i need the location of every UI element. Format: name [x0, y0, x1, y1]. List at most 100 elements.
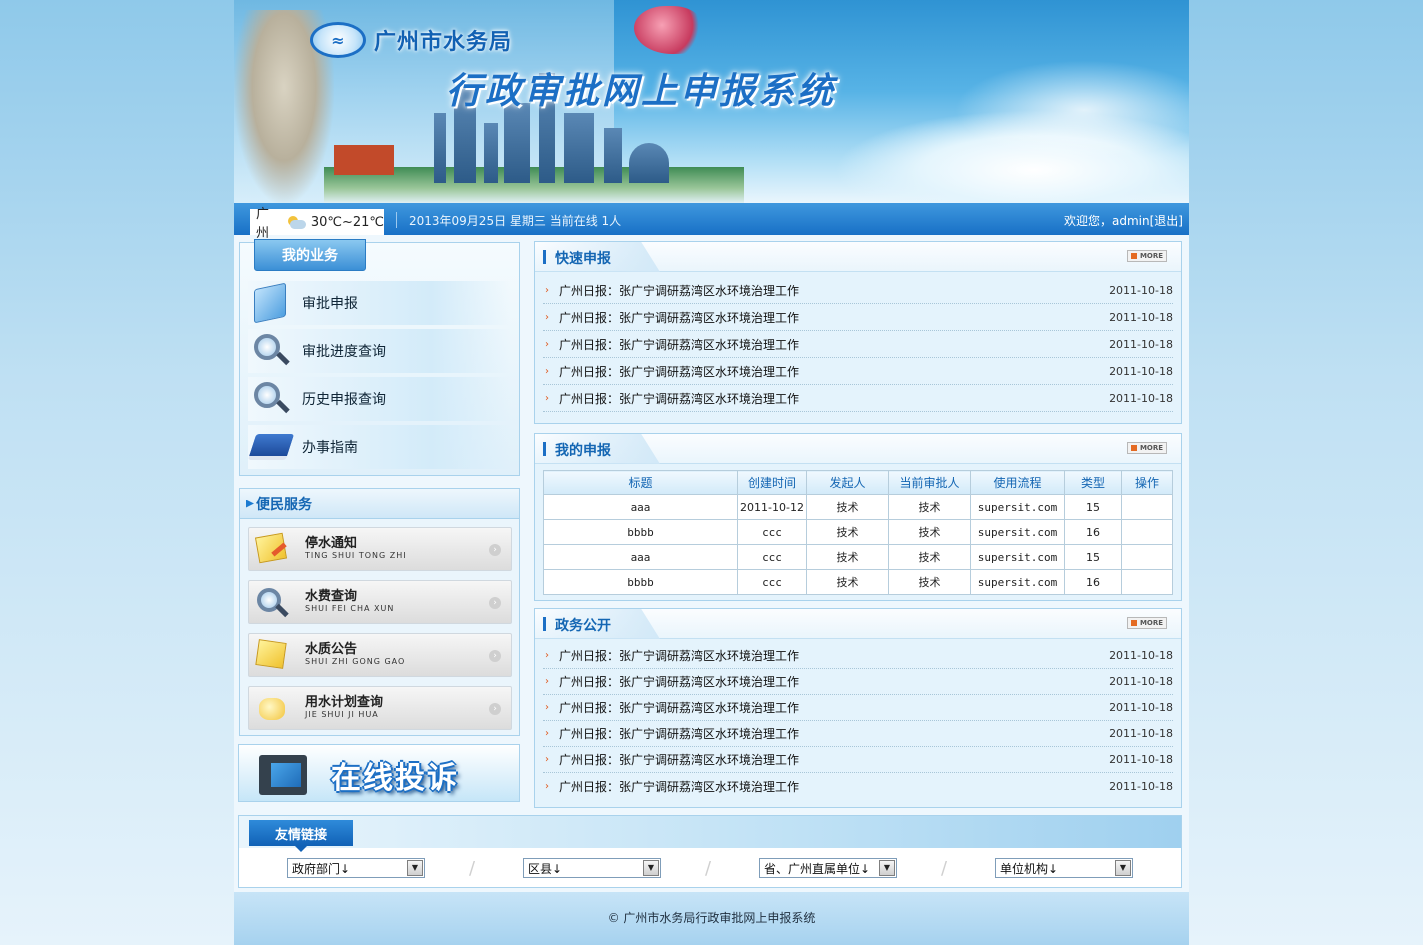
- arrow-circle-icon: ›: [489, 544, 501, 556]
- biz-item-progress-query[interactable]: 审批进度查询: [248, 329, 510, 373]
- service-title: 水质公告: [305, 642, 358, 658]
- more-button[interactable]: MORE: [1127, 617, 1167, 629]
- table-row[interactable]: bbbb ccc 技术 技术 supersit.com 16: [543, 569, 1173, 595]
- select-direct-units[interactable]: 省、广州直属单位↓ ▼: [759, 858, 897, 878]
- list-item[interactable]: › 广州日报：张广宁调研荔湾区水环境治理工作 2011-10-18: [543, 643, 1173, 669]
- news-date: 2011-10-18: [1109, 391, 1173, 405]
- logo[interactable]: ≈ 广州市水务局: [310, 20, 512, 60]
- biz-item-approval-declare[interactable]: 审批申报: [248, 281, 510, 325]
- select-value: 省、广州直属单位↓: [764, 861, 871, 876]
- dropdown-arrow-icon[interactable]: ▼: [407, 860, 423, 876]
- service-water-stop-notice[interactable]: 停水通知 TING SHUI TONG ZHI ›: [248, 527, 512, 571]
- news-title[interactable]: 广州日报：张广宁调研荔湾区水环境治理工作: [559, 647, 799, 664]
- news-title[interactable]: 广州日报：张广宁调研荔湾区水环境治理工作: [559, 336, 799, 353]
- cell-title[interactable]: aaa: [543, 544, 738, 570]
- news-title[interactable]: 广州日报：张广宁调研荔湾区水环境治理工作: [559, 778, 799, 795]
- cell-action[interactable]: [1121, 519, 1173, 545]
- cell-title[interactable]: bbbb: [543, 519, 738, 545]
- list-item[interactable]: › 广州日报：张广宁调研荔湾区水环境治理工作 2011-10-18: [543, 277, 1173, 304]
- cell-initiator: 技术: [806, 519, 889, 545]
- list-item[interactable]: › 广州日报：张广宁调研荔湾区水环境治理工作 2011-10-18: [543, 385, 1173, 412]
- select-institutions[interactable]: 单位机构↓ ▼: [995, 858, 1133, 878]
- dropdown-arrow-icon[interactable]: ▼: [643, 860, 659, 876]
- cell-title[interactable]: aaa: [543, 494, 738, 520]
- cell-initiator: 技术: [806, 494, 889, 520]
- select-value: 政府部门↓: [292, 861, 351, 876]
- news-date: 2011-10-18: [1109, 701, 1173, 714]
- cell-created: ccc: [737, 544, 807, 570]
- table-row[interactable]: aaa ccc 技术 技术 supersit.com 15: [543, 544, 1173, 570]
- news-title[interactable]: 广州日报：张广宁调研荔湾区水环境治理工作: [559, 673, 799, 690]
- select-value: 区县↓: [528, 861, 563, 876]
- system-title: 行政审批网上申报系统: [446, 70, 837, 112]
- bullet-arrow-icon: ›: [545, 392, 549, 404]
- cell-action[interactable]: [1121, 494, 1173, 520]
- news-title[interactable]: 广州日报：张广宁调研荔湾区水环境治理工作: [559, 282, 799, 299]
- table-row[interactable]: aaa 2011-10-12 技术 技术 supersit.com 15: [543, 494, 1173, 520]
- list-item[interactable]: › 广州日报：张广宁调研荔湾区水环境治理工作 2011-10-18: [543, 304, 1173, 331]
- building: [484, 123, 498, 183]
- list-item[interactable]: › 广州日报：张广宁调研荔湾区水环境治理工作 2011-10-18: [543, 331, 1173, 358]
- more-button[interactable]: MORE: [1127, 442, 1167, 454]
- logout-link[interactable]: [退出]: [1150, 214, 1183, 228]
- bullet-arrow-icon: ›: [545, 650, 549, 661]
- page: ≈ 广州市水务局 行政审批网上申报系统 广州 30℃~21℃ 2013年09月2…: [234, 0, 1189, 945]
- title-bar-marker: [543, 442, 546, 456]
- list-item[interactable]: › 广州日报：张广宁调研荔湾区水环境治理工作 2011-10-18: [543, 721, 1173, 747]
- biz-item-history-query[interactable]: 历史申报查询: [248, 377, 510, 421]
- table-row[interactable]: bbbb ccc 技术 技术 supersit.com 16: [543, 519, 1173, 545]
- cell-type: 16: [1064, 519, 1122, 545]
- divider-slash: /: [469, 858, 476, 879]
- cell-created: 2011-10-12: [737, 494, 807, 520]
- select-districts[interactable]: 区县↓ ▼: [523, 858, 661, 878]
- date-online-text: 2013年09月25日 星期三 当前在线 1人: [409, 214, 622, 228]
- book-icon: [247, 426, 295, 468]
- biz-item-label: 审批申报: [302, 296, 358, 312]
- cell-initiator: 技术: [806, 544, 889, 570]
- news-date: 2011-10-18: [1109, 337, 1173, 351]
- news-title[interactable]: 广州日报：张广宁调研荔湾区水环境治理工作: [559, 309, 799, 326]
- service-pinyin: TING SHUI TONG ZHI: [305, 550, 407, 560]
- news-title[interactable]: 广州日报：张广宁调研荔湾区水环境治理工作: [559, 363, 799, 380]
- online-complaint-label: 在线投诉: [331, 761, 459, 796]
- online-complaint-banner[interactable]: 在线投诉: [238, 744, 520, 802]
- list-item[interactable]: › 广州日报：张广宁调研荔湾区水环境治理工作 2011-10-18: [543, 669, 1173, 695]
- column-header: 操作: [1121, 470, 1173, 495]
- service-title: 停水通知: [305, 536, 358, 552]
- service-water-fee-query[interactable]: 水费查询 SHUI FEI CHA XUN ›: [248, 580, 512, 624]
- service-title: 用水计划查询: [305, 695, 384, 711]
- cell-title[interactable]: bbbb: [543, 569, 738, 595]
- list-item[interactable]: › 广州日报：张广宁调研荔湾区水环境治理工作 2011-10-18: [543, 747, 1173, 773]
- bullet-arrow-icon: ›: [545, 365, 549, 377]
- news-title[interactable]: 广州日报：张广宁调研荔湾区水环境治理工作: [559, 751, 799, 768]
- list-item[interactable]: › 广州日报：张广宁调研荔湾区水环境治理工作 2011-10-18: [543, 773, 1173, 799]
- arrow-circle-icon: ›: [489, 650, 501, 662]
- news-date: 2011-10-18: [1109, 753, 1173, 766]
- service-water-plan-query[interactable]: 用水计划查询 JIE SHUI JI HUA ›: [248, 686, 512, 730]
- my-declare-panel: 我的申报 MORE 标题 创建时间 发起人 当前审批人 使用流程 类型 操作 a…: [534, 433, 1182, 601]
- dropdown-arrow-icon[interactable]: ▼: [879, 860, 895, 876]
- service-water-quality-notice[interactable]: 水质公告 SHUI ZHI GONG GAO ›: [248, 633, 512, 677]
- more-button[interactable]: MORE: [1127, 250, 1167, 262]
- divider-slash: /: [705, 858, 712, 879]
- biz-item-guide[interactable]: 办事指南: [247, 425, 510, 469]
- column-header: 当前审批人: [888, 470, 971, 495]
- cell-flow: supersit.com: [970, 519, 1065, 545]
- magnifier-doc-icon: [248, 378, 292, 420]
- list-item[interactable]: › 广州日报：张广宁调研荔湾区水环境治理工作 2011-10-18: [543, 695, 1173, 721]
- cloudy-icon: [286, 215, 306, 229]
- news-title[interactable]: 广州日报：张广宁调研荔湾区水环境治理工作: [559, 699, 799, 716]
- cell-action[interactable]: [1121, 544, 1173, 570]
- news-date: 2011-10-18: [1109, 364, 1173, 378]
- service-pinyin: JIE SHUI JI HUA: [305, 709, 379, 719]
- select-government-departments[interactable]: 政府部门↓ ▼: [287, 858, 425, 878]
- news-title[interactable]: 广州日报：张广宁调研荔湾区水环境治理工作: [559, 390, 799, 407]
- building: [604, 128, 622, 183]
- news-title[interactable]: 广州日报：张广宁调研荔湾区水环境治理工作: [559, 725, 799, 742]
- dropdown-arrow-icon[interactable]: ▼: [1115, 860, 1131, 876]
- building: [564, 113, 594, 183]
- cell-approver: 技术: [888, 519, 971, 545]
- list-item[interactable]: › 广州日报：张广宁调研荔湾区水环境治理工作 2011-10-18: [543, 358, 1173, 385]
- cell-action[interactable]: [1121, 569, 1173, 595]
- friendly-links-panel: 友情链接 政府部门↓ ▼ / 区县↓ ▼ / 省、广州直属单位↓ ▼ / 单位机…: [238, 815, 1182, 888]
